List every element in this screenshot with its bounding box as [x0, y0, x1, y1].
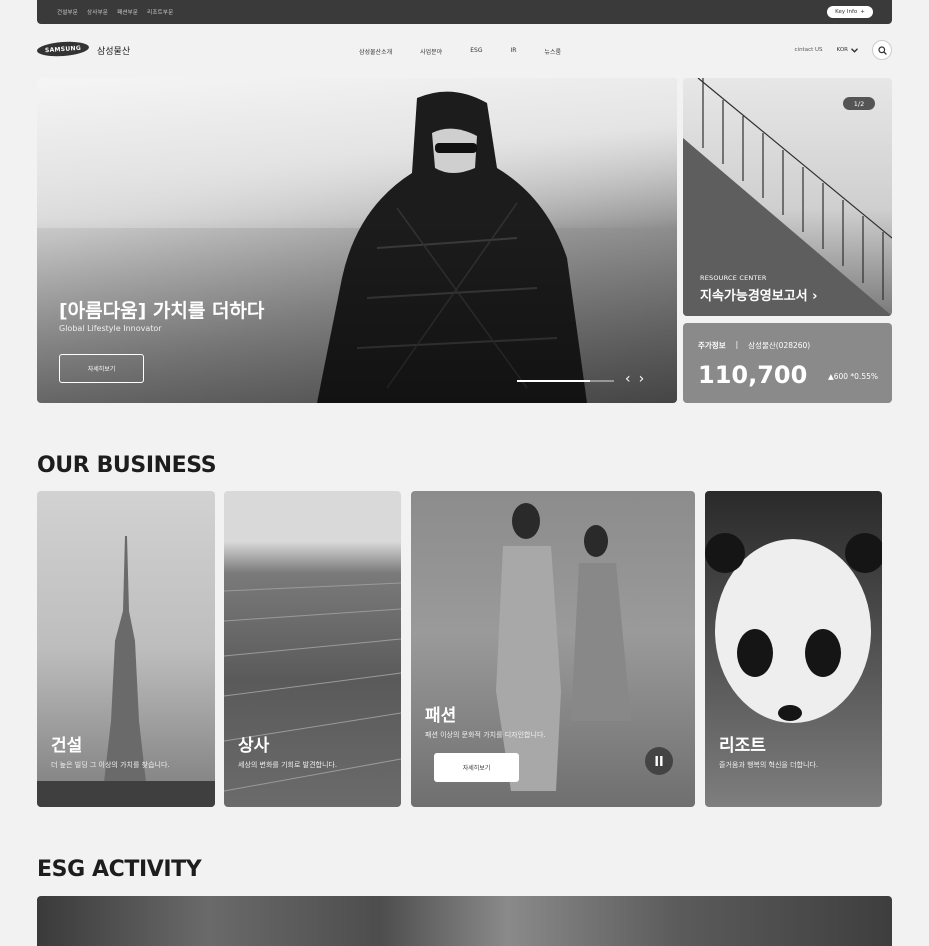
division-link-construction[interactable]: 건설부문: [57, 8, 78, 16]
stock-separator: |: [735, 340, 739, 349]
card-description: 세상의 변화를 기회로 발견합니다.: [238, 761, 338, 769]
stock-label: 주가정보: [698, 341, 726, 350]
resource-center-card[interactable]: 1/2 RESOURCE CENTER 지속가능경영보고서 ›: [683, 78, 892, 316]
chevron-down-icon: [851, 47, 858, 53]
contact-us-link[interactable]: cintact US: [795, 47, 823, 53]
key-info-label: Key Info: [835, 9, 858, 15]
hero-subtitle: Global Lifestyle Innovator: [59, 324, 162, 333]
esg-heading: ESG ACTIVITY: [37, 857, 202, 882]
plus-icon: +: [860, 9, 865, 15]
card-description: 더 높은 빌딩 그 이상의 가치를 찾습니다.: [51, 761, 170, 769]
card-title: 패션: [425, 706, 457, 726]
division-link-resort[interactable]: 리조트부문: [147, 8, 173, 16]
top-utility-bar: 건설부문 상사부문 패션부문 리조트부문 Key Info +: [37, 0, 892, 24]
hero-arrows: ‹ ›: [625, 372, 644, 386]
division-link-trading[interactable]: 상사부문: [87, 8, 108, 16]
division-links: 건설부문 상사부문 패션부문 리조트부문: [57, 8, 173, 16]
esg-banner-image[interactable]: [37, 896, 892, 946]
main-navigation: 삼성물산소개 사업분야 ESG IR 뉴스룸: [359, 47, 561, 56]
stock-price: 110,700: [698, 361, 808, 389]
samsung-logo[interactable]: SAMSUNG: [36, 40, 90, 58]
business-card-construction[interactable]: 건설 더 높은 빌딩 그 이상의 가치를 찾습니다.: [37, 491, 215, 807]
hero-title: [아름다움] 가치를 더하다: [59, 300, 265, 322]
nav-item-business[interactable]: 사업분야: [420, 47, 442, 56]
card-title: 상사: [238, 736, 270, 756]
nav-item-newsroom[interactable]: 뉴스룸: [544, 47, 561, 56]
logo-text: SAMSUNG: [44, 44, 82, 54]
pause-icon: [655, 756, 663, 766]
search-icon: [877, 45, 887, 55]
stock-info-card: 주가정보 | 삼성물산(028260) 110,700 ▲600 *0.55%: [683, 323, 892, 403]
business-card-trading[interactable]: 상사 세상의 변화를 기회로 발견합니다.: [224, 491, 401, 807]
resource-pager: 1/2: [843, 97, 875, 110]
stock-header: 주가정보 | 삼성물산(028260): [698, 340, 810, 351]
card-description: 즐거움과 행복의 혁신을 더합니다.: [719, 761, 819, 769]
nav-item-about[interactable]: 삼성물산소개: [359, 47, 392, 56]
fashion-detail-button[interactable]: 자세히보기: [434, 753, 519, 782]
card-title: 리조트: [719, 736, 766, 756]
chevron-left-icon[interactable]: ‹: [625, 372, 631, 386]
language-label: KOR: [836, 47, 848, 53]
key-info-button[interactable]: Key Info +: [827, 6, 873, 18]
resource-title[interactable]: 지속가능경영보고서 ›: [700, 285, 818, 304]
business-card-fashion[interactable]: 패션 패션 이상의 문화적 가치를 디자인합니다. 자세히보기: [411, 491, 695, 807]
stock-company: 삼성물산(028260): [748, 341, 811, 350]
search-button[interactable]: [872, 40, 892, 60]
header-utilities: cintact US KOR: [795, 40, 892, 60]
hero-progress-fill: [517, 380, 590, 382]
division-link-fashion[interactable]: 패션부문: [117, 8, 138, 16]
site-header: SAMSUNG 삼성물산 삼성물산소개 사업분야 ESG IR 뉴스룸 cint…: [36, 38, 892, 64]
hero-banner[interactable]: [아름다움] 가치를 더하다 Global Lifestyle Innovato…: [37, 78, 677, 403]
business-heading: OUR BUSINESS: [37, 453, 217, 478]
stock-change: ▲600 *0.55%: [827, 372, 878, 381]
hero-progress-bar: [517, 380, 614, 382]
brand-name[interactable]: 삼성물산: [97, 44, 130, 57]
nav-item-esg[interactable]: ESG: [470, 47, 482, 56]
language-selector[interactable]: KOR: [837, 47, 858, 53]
card-description: 패션 이상의 문화적 가치를 디자인합니다.: [425, 731, 546, 739]
card-title: 건설: [51, 736, 83, 756]
hero-detail-button[interactable]: 자세히보기: [59, 354, 144, 383]
resource-kicker: RESOURCE CENTER: [700, 274, 767, 282]
chevron-right-icon[interactable]: ›: [639, 372, 645, 386]
business-card-resort[interactable]: 리조트 즐거움과 행복의 혁신을 더합니다.: [705, 491, 882, 807]
pause-button[interactable]: [645, 747, 673, 775]
nav-item-ir[interactable]: IR: [510, 47, 516, 56]
